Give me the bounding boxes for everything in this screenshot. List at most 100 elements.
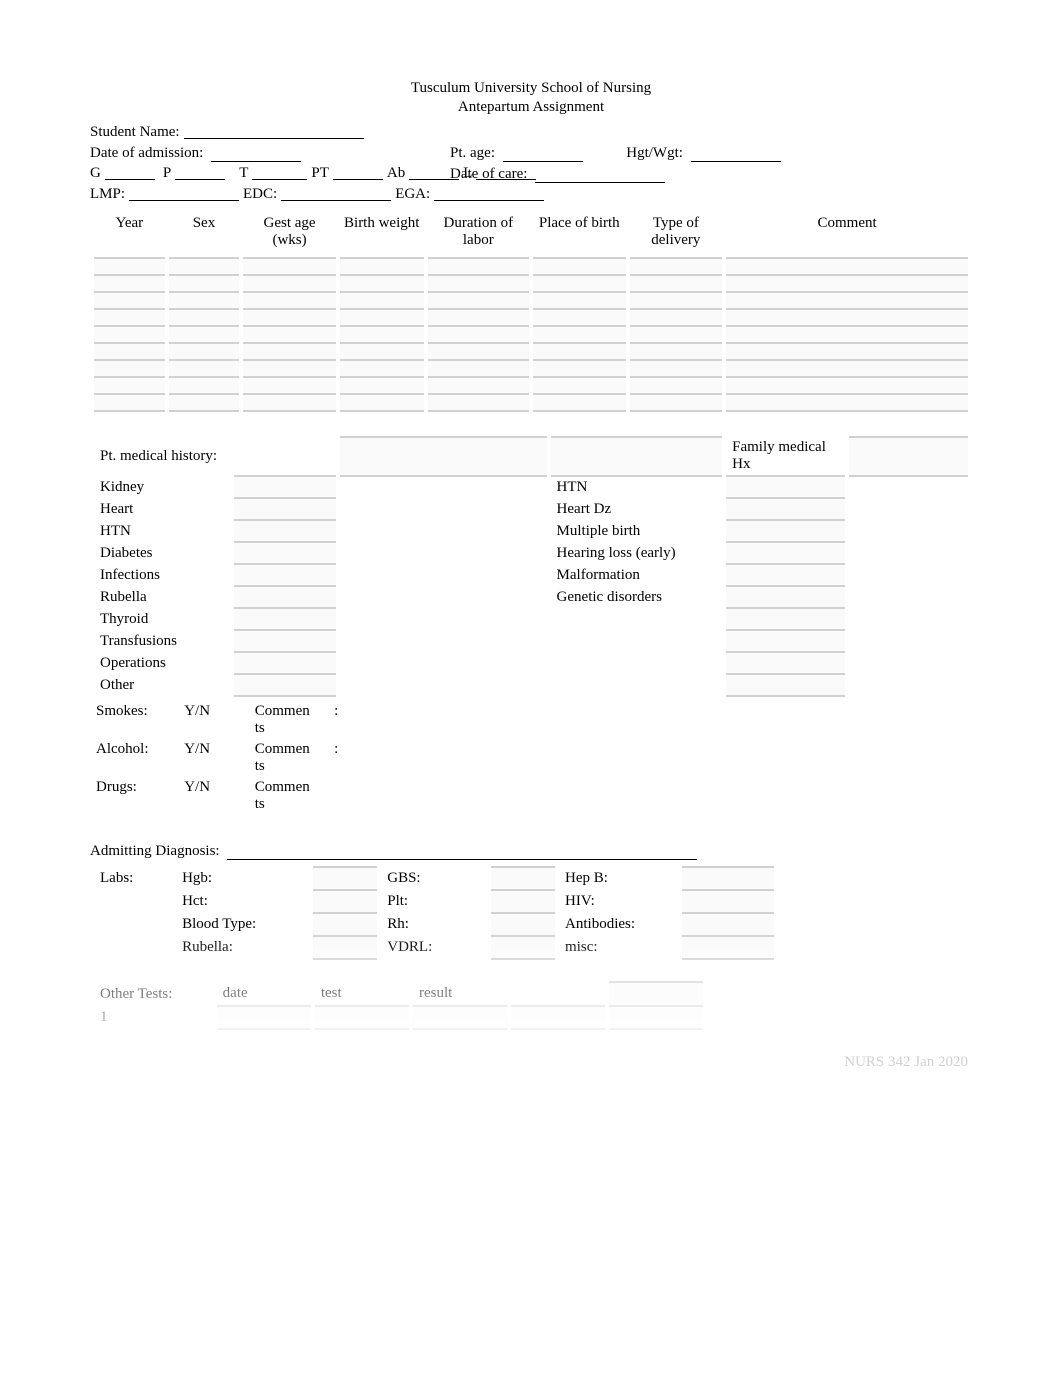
alcohol-comments-label: Commen ts (249, 739, 328, 777)
col-sex: Sex (167, 209, 242, 258)
hx-operations: Operations (92, 652, 232, 674)
table-row[interactable] (92, 377, 970, 394)
other-tests-table: Other Tests: date test result 1 (90, 981, 707, 1030)
other-row-1: 1 (92, 1006, 215, 1029)
lab-hgb: Hgb: (174, 867, 311, 890)
other-tests-row[interactable]: 1 (92, 1006, 705, 1029)
lab-hct: Hct: (174, 890, 311, 913)
fhx-genetic: Genetic disorders (549, 586, 725, 608)
student-name-field[interactable] (184, 124, 364, 139)
drugs-yn[interactable]: Y/N (178, 777, 249, 815)
family-med-hx-label: Family medical Hx (724, 437, 847, 476)
ega-label: EGA: (395, 186, 430, 203)
table-row[interactable] (92, 275, 970, 292)
alcohol-colon: : (328, 739, 346, 777)
lab-plt: Plt: (379, 890, 488, 913)
ab-field[interactable] (409, 165, 459, 180)
fhx-multiple-birth: Multiple birth (549, 520, 725, 542)
date-admission-label: Date of admission: (90, 145, 203, 161)
pt-age-label: Pt. age: (450, 145, 495, 161)
p-label: P (163, 165, 171, 182)
lab-bloodtype: Blood Type: (174, 913, 311, 936)
g-field[interactable] (105, 165, 155, 180)
l-label: L (463, 165, 472, 182)
hx-heart: Heart (92, 498, 232, 520)
pregnancy-history-table: Year Sex Gest age (wks) Birth weight Dur… (90, 209, 972, 412)
table-row[interactable] (92, 326, 970, 343)
other-tests-label: Other Tests: (92, 982, 215, 1006)
p-field[interactable] (175, 165, 225, 180)
hx-other: Other (92, 674, 232, 696)
col-year: Year (92, 209, 167, 258)
alcohol-yn[interactable]: Y/N (178, 739, 249, 777)
pt-field[interactable] (333, 165, 383, 180)
hx-kidney: Kidney (92, 476, 232, 498)
footer-text: NURS 342 Jan 2020 (90, 1054, 972, 1071)
hgt-wgt-field[interactable] (691, 147, 781, 162)
col-comment: Comment (724, 209, 970, 258)
lab-hepb: Hep B: (557, 867, 680, 890)
hx-transfusions: Transfusions (92, 630, 232, 652)
edc-label: EDC: (243, 186, 277, 203)
fhx-hearing-loss: Hearing loss (early) (549, 542, 725, 564)
date-admission-field[interactable] (211, 147, 301, 162)
col-gest-age: Gest age (wks) (241, 209, 338, 258)
col-duration-labor: Duration of labor (426, 209, 531, 258)
lab-hiv: HIV: (557, 890, 680, 913)
ega-field[interactable] (434, 186, 544, 201)
other-col-test: test (313, 982, 411, 1006)
header-line2: Antepartum Assignment (90, 99, 972, 116)
col-place-birth: Place of birth (531, 209, 628, 258)
ab-label: Ab (387, 165, 405, 182)
lmp-field[interactable] (129, 186, 239, 201)
smokes-yn[interactable]: Y/N (178, 701, 249, 739)
table-row[interactable] (92, 292, 970, 309)
table-row[interactable] (92, 258, 970, 275)
pt-age-field[interactable] (503, 147, 583, 162)
admitting-dx-label: Admitting Diagnosis: (90, 843, 220, 859)
hx-rubella: Rubella (92, 586, 232, 608)
hx-diabetes: Diabetes (92, 542, 232, 564)
g-label: G (90, 165, 101, 182)
hx-infections: Infections (92, 564, 232, 586)
lab-misc: misc: (557, 936, 680, 959)
student-name-label: Student Name: (90, 124, 180, 141)
date-care-field[interactable] (535, 168, 665, 183)
edc-field[interactable] (281, 186, 391, 201)
other-col-date: date (215, 982, 313, 1006)
lab-antibodies: Antibodies: (557, 913, 680, 936)
t-label: T (239, 165, 248, 182)
header-line1: Tusculum University School of Nursing (90, 80, 972, 97)
alcohol-label: Alcohol: (90, 739, 178, 777)
lab-rh: Rh: (379, 913, 488, 936)
labs-label: Labs: (92, 867, 174, 890)
pt-med-history-label: Pt. medical history: (92, 437, 338, 476)
drugs-label: Drugs: (90, 777, 178, 815)
col-type-delivery: Type of delivery (628, 209, 725, 258)
admitting-dx-field[interactable] (227, 845, 697, 860)
lmp-label: LMP: (90, 186, 125, 203)
table-row[interactable] (92, 394, 970, 411)
labs-table: Labs: Hgb: GBS: Hep B: Hct: Plt: HIV: Bl… (90, 866, 778, 969)
fhx-malformation: Malformation (549, 564, 725, 586)
smokes-colon: : (328, 701, 346, 739)
hx-htn: HTN (92, 520, 232, 542)
table-row[interactable] (92, 343, 970, 360)
l-field[interactable] (476, 165, 536, 180)
substances-table: Smokes: Y/N Commen ts : Alcohol: Y/N Com… (90, 701, 972, 815)
hgt-wgt-label: Hgt/Wgt: (626, 145, 683, 161)
fhx-htn: HTN (549, 476, 725, 498)
t-field[interactable] (252, 165, 307, 180)
table-row[interactable] (92, 309, 970, 326)
lab-vdrl: VDRL: (379, 936, 488, 959)
hx-thyroid: Thyroid (92, 608, 232, 630)
lab-gbs: GBS: (379, 867, 488, 890)
other-col-result: result (411, 982, 509, 1006)
lab-rubella: Rubella: (174, 936, 311, 959)
smokes-label: Smokes: (90, 701, 178, 739)
col-birth-weight: Birth weight (338, 209, 426, 258)
pt-label: PT (311, 165, 329, 182)
smokes-comments-label: Commen ts (249, 701, 328, 739)
table-row[interactable] (92, 360, 970, 377)
drugs-comments-label: Commen ts (249, 777, 328, 815)
